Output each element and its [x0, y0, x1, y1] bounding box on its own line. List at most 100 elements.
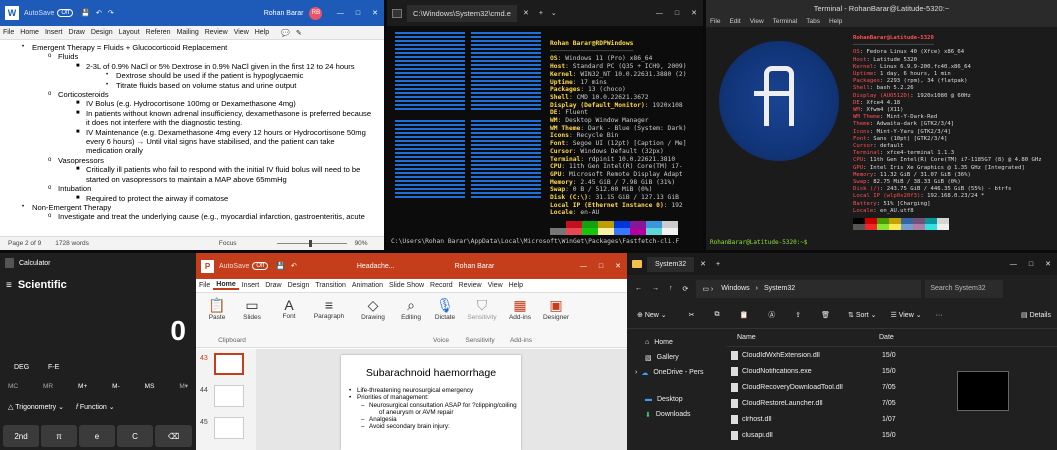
slide-thumbnail[interactable]	[214, 417, 244, 439]
redo-icon[interactable]: ↷	[108, 9, 114, 17]
breadcrumb[interactable]: ▭ › Windows › System32	[696, 279, 922, 298]
word-app-icon[interactable]: W	[5, 6, 19, 20]
zoom-level[interactable]: 90%	[355, 240, 368, 247]
menu-file[interactable]: File	[710, 18, 720, 25]
up-icon[interactable]: ↑	[669, 285, 673, 292]
column-date[interactable]: Date	[879, 334, 894, 341]
cmd-title[interactable]: C:\Windows\System32\cmd.e	[407, 4, 517, 22]
clear-button[interactable]: C	[117, 425, 153, 447]
tab-design[interactable]: Design	[285, 282, 313, 289]
minimize-icon[interactable]: —	[331, 10, 350, 17]
menu-help[interactable]: Help	[829, 18, 842, 25]
slide-body[interactable]: • Life-threatening neurosurgical emergenc…	[341, 387, 521, 431]
close-icon[interactable]: ✕	[685, 9, 703, 17]
breadcrumb-system32[interactable]: System32	[764, 285, 795, 292]
memory-add[interactable]: M+	[78, 383, 87, 390]
hamburger-menu-icon[interactable]: ≡	[6, 280, 12, 291]
maximize-icon[interactable]: □	[593, 263, 609, 270]
back-icon[interactable]: ←	[635, 285, 642, 292]
slides-button[interactable]: ▭ Slides	[236, 297, 268, 321]
nav-desktop[interactable]: ▬ Desktop	[627, 392, 725, 407]
tab-home[interactable]: Home	[17, 29, 42, 36]
page-count[interactable]: Page 2 of 9	[8, 240, 41, 247]
second-button[interactable]: 2nd	[3, 425, 39, 447]
save-icon[interactable]: 💾	[276, 262, 285, 270]
tab-slide-show[interactable]: Slide Show	[386, 282, 427, 289]
refresh-icon[interactable]: ⟳	[683, 285, 689, 293]
maximize-icon[interactable]: □	[669, 10, 685, 17]
current-slide[interactable]: Subarachnoid haemorrhage • Life-threateni…	[341, 355, 521, 450]
sort-button[interactable]: ⇅ Sort ⌄	[848, 311, 876, 319]
tab-help[interactable]: Help	[252, 29, 272, 36]
backspace-button[interactable]: ⌫	[155, 425, 192, 447]
save-icon[interactable]: 💾	[81, 9, 90, 17]
minimize-icon[interactable]: —	[574, 263, 593, 270]
memory-dropdown[interactable]: M▾	[179, 382, 188, 390]
menu-terminal[interactable]: Terminal	[773, 18, 798, 25]
file-row[interactable]: clusapi.dll 15/0	[727, 427, 1057, 443]
menu-view[interactable]: View	[750, 18, 764, 25]
tab-insert[interactable]: Insert	[239, 282, 263, 289]
maximize-icon[interactable]: □	[350, 10, 366, 17]
designer-button[interactable]: ▣ Designer	[539, 297, 573, 321]
tab-file[interactable]: File	[0, 29, 17, 36]
menu-tabs[interactable]: Tabs	[806, 18, 820, 25]
function-dropdown[interactable]: f Function ⌄	[76, 403, 115, 411]
tab-help[interactable]: Help	[506, 282, 526, 289]
search-input[interactable]: Search System32	[930, 285, 985, 292]
slide-thumbnail[interactable]	[214, 353, 244, 375]
slide-thumbnail[interactable]	[214, 385, 244, 407]
tab-home[interactable]: Home	[213, 281, 239, 290]
tab-dropdown-icon[interactable]: ⌄	[551, 9, 557, 17]
paste-button[interactable]: 📋 Paste	[202, 297, 232, 321]
tab-draw[interactable]: Draw	[262, 282, 284, 289]
memory-clear[interactable]: MC	[8, 383, 18, 390]
tab-file[interactable]: File	[196, 282, 213, 289]
tab-draw[interactable]: Draw	[65, 29, 87, 36]
zoom-slider[interactable]	[276, 240, 347, 247]
tab-insert[interactable]: Insert	[42, 29, 66, 36]
tab-layout[interactable]: Layout	[116, 29, 143, 36]
new-tab-icon[interactable]: +	[539, 10, 543, 17]
search-box[interactable]: Search System32	[925, 279, 1004, 298]
cmd-prompt[interactable]: C:\Users\Rohan Barar\AppData\Local\Micro…	[391, 238, 679, 245]
editing-button[interactable]: ⌕ Editing	[394, 297, 428, 321]
edit-icon[interactable]: ✎	[293, 29, 305, 37]
close-icon[interactable]: ✕	[1039, 260, 1057, 268]
delete-icon[interactable]: 🗑	[821, 311, 830, 319]
nav-home[interactable]: ⌂ Home	[627, 335, 725, 350]
column-name[interactable]: Name	[737, 334, 877, 341]
font-button[interactable]: A Font	[274, 297, 304, 320]
dictate-button[interactable]: 🎙 Dictate	[430, 297, 460, 321]
avatar[interactable]: RB	[309, 6, 323, 20]
close-icon[interactable]: ✕	[609, 262, 627, 270]
memory-store[interactable]: MS	[145, 383, 155, 390]
e-button[interactable]: e	[79, 425, 115, 447]
tab-transition[interactable]: Transition	[312, 282, 348, 289]
pi-button[interactable]: π	[41, 425, 77, 447]
paragraph-button[interactable]: ≡ Paragraph	[308, 297, 350, 320]
tab-design[interactable]: Design	[88, 29, 116, 36]
autosave-toggle[interactable]: Off	[57, 9, 74, 17]
tab-close-icon[interactable]: ✕	[523, 9, 529, 17]
tab-record[interactable]: Record	[427, 282, 456, 289]
tab-view[interactable]: View	[231, 29, 252, 36]
tab-animation[interactable]: Animation	[349, 282, 386, 289]
tab-references[interactable]: Referen	[143, 29, 174, 36]
undo-icon[interactable]: ↶	[96, 9, 102, 17]
close-icon[interactable]: ✕	[366, 9, 384, 17]
copy-icon[interactable]: ⧉	[715, 311, 720, 319]
word-count[interactable]: 1728 words	[55, 240, 89, 247]
memory-recall[interactable]: MR	[43, 383, 53, 390]
forward-icon[interactable]: →	[652, 285, 659, 292]
more-icon[interactable]: ···	[936, 312, 943, 319]
maximize-icon[interactable]: □	[1023, 261, 1039, 268]
minimize-icon[interactable]: —	[1004, 261, 1023, 268]
trigonometry-dropdown[interactable]: △ Trigonometry ⌄	[8, 403, 64, 411]
tab-mailings[interactable]: Mailing	[174, 29, 202, 36]
slide-title[interactable]: Subarachnoid haemorrhage	[341, 367, 521, 379]
rename-icon[interactable]: Ⓐ	[768, 310, 775, 320]
undo-icon[interactable]: ↶	[291, 262, 297, 270]
linux-prompt[interactable]: RohanBarar@Latitude-5320:~$	[710, 239, 808, 246]
comments-icon[interactable]: 💬	[278, 29, 293, 37]
